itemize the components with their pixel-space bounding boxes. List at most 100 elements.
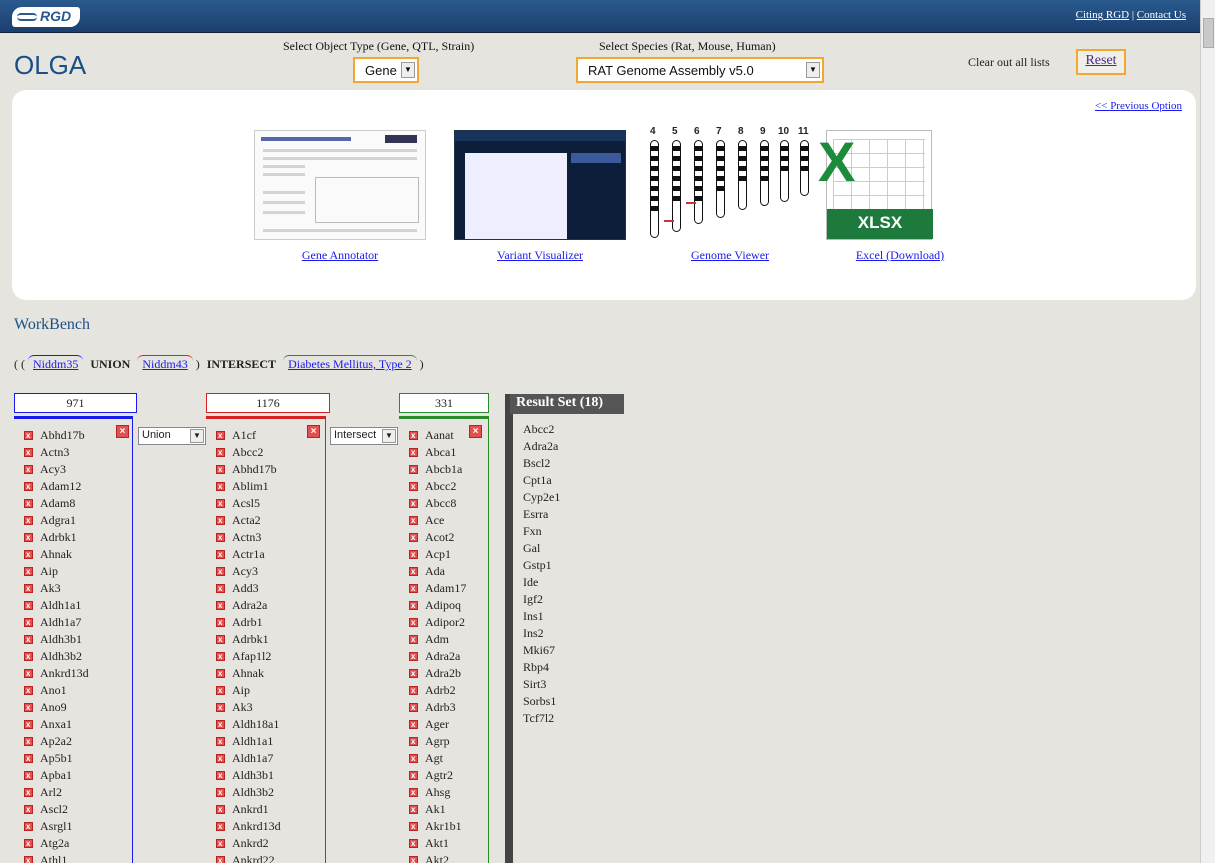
- remove-item-icon[interactable]: [24, 767, 33, 784]
- remove-item-icon[interactable]: [24, 699, 33, 716]
- remove-item-icon[interactable]: [216, 614, 225, 631]
- gene-annotator-tool[interactable]: Gene Annotator: [254, 130, 426, 263]
- intersect-operator-select[interactable]: Intersect ▼: [330, 427, 398, 445]
- variant-visualizer-link[interactable]: Variant Visualizer: [454, 248, 626, 263]
- remove-item-icon[interactable]: [216, 512, 225, 529]
- remove-item-icon[interactable]: [24, 835, 33, 852]
- remove-item-icon[interactable]: [216, 767, 225, 784]
- remove-item-icon[interactable]: [24, 563, 33, 580]
- remove-item-icon[interactable]: [24, 801, 33, 818]
- remove-item-icon[interactable]: [409, 648, 418, 665]
- remove-item-icon[interactable]: [24, 716, 33, 733]
- remove-item-icon[interactable]: [24, 614, 33, 631]
- remove-item-icon[interactable]: [409, 784, 418, 801]
- remove-item-icon[interactable]: [409, 580, 418, 597]
- remove-item-icon[interactable]: [216, 852, 225, 863]
- remove-item-icon[interactable]: [216, 597, 225, 614]
- remove-item-icon[interactable]: [216, 835, 225, 852]
- union-operator-select[interactable]: Union ▼: [138, 427, 206, 445]
- remove-item-icon[interactable]: [216, 665, 225, 682]
- expr-set-diabetes[interactable]: Diabetes Mellitus, Type 2: [283, 355, 417, 373]
- remove-item-icon[interactable]: [24, 444, 33, 461]
- remove-item-icon[interactable]: [24, 665, 33, 682]
- remove-item-icon[interactable]: [216, 716, 225, 733]
- variant-visualizer-tool[interactable]: Variant Visualizer: [454, 130, 626, 263]
- remove-item-icon[interactable]: [409, 835, 418, 852]
- remove-item-icon[interactable]: [24, 512, 33, 529]
- rgd-logo[interactable]: RGD: [12, 7, 80, 27]
- remove-item-icon[interactable]: [409, 631, 418, 648]
- remove-item-icon[interactable]: [24, 546, 33, 563]
- remove-item-icon[interactable]: [216, 495, 225, 512]
- page-scrollbar[interactable]: [1200, 0, 1215, 863]
- excel-download-tool[interactable]: XLSX X Excel (Download): [814, 130, 986, 263]
- remove-item-icon[interactable]: [216, 682, 225, 699]
- remove-item-icon[interactable]: [24, 852, 33, 863]
- remove-item-icon[interactable]: [409, 529, 418, 546]
- remove-item-icon[interactable]: [409, 427, 418, 444]
- remove-item-icon[interactable]: [216, 699, 225, 716]
- remove-item-icon[interactable]: [409, 478, 418, 495]
- remove-item-icon[interactable]: [24, 529, 33, 546]
- remove-item-icon[interactable]: [409, 852, 418, 863]
- species-select[interactable]: RAT Genome Assembly v5.0 ▼: [576, 57, 824, 83]
- excel-download-link[interactable]: Excel (Download): [814, 248, 986, 263]
- close-list-icon[interactable]: ×: [469, 425, 482, 438]
- remove-item-icon[interactable]: [24, 648, 33, 665]
- genome-viewer-tool[interactable]: 4 5 6 7 8 9 10 11 Genome Viewer: [644, 126, 816, 263]
- remove-item-icon[interactable]: [216, 563, 225, 580]
- remove-item-icon[interactable]: [24, 461, 33, 478]
- remove-item-icon[interactable]: [216, 546, 225, 563]
- remove-item-icon[interactable]: [409, 699, 418, 716]
- remove-item-icon[interactable]: [409, 546, 418, 563]
- remove-item-icon[interactable]: [409, 733, 418, 750]
- citing-rgd-link[interactable]: Citing RGD: [1076, 9, 1129, 21]
- remove-item-icon[interactable]: [409, 767, 418, 784]
- previous-option-link[interactable]: << Previous Option: [1095, 100, 1182, 112]
- remove-item-icon[interactable]: [24, 631, 33, 648]
- remove-item-icon[interactable]: [216, 818, 225, 835]
- close-list-icon[interactable]: ×: [116, 425, 129, 438]
- remove-item-icon[interactable]: [216, 784, 225, 801]
- close-list-icon[interactable]: ×: [307, 425, 320, 438]
- remove-item-icon[interactable]: [216, 478, 225, 495]
- remove-item-icon[interactable]: [24, 682, 33, 699]
- remove-item-icon[interactable]: [216, 801, 225, 818]
- remove-item-icon[interactable]: [409, 495, 418, 512]
- expr-set-niddm35[interactable]: Niddm35: [28, 355, 84, 373]
- remove-item-icon[interactable]: [409, 682, 418, 699]
- genome-viewer-link[interactable]: Genome Viewer: [644, 248, 816, 263]
- remove-item-icon[interactable]: [216, 750, 225, 767]
- remove-item-icon[interactable]: [216, 461, 225, 478]
- remove-item-icon[interactable]: [216, 631, 225, 648]
- remove-item-icon[interactable]: [24, 733, 33, 750]
- gene-annotator-thumbnail[interactable]: [254, 130, 426, 240]
- remove-item-icon[interactable]: [409, 563, 418, 580]
- remove-item-icon[interactable]: [409, 614, 418, 631]
- remove-item-icon[interactable]: [24, 478, 33, 495]
- remove-item-icon[interactable]: [216, 648, 225, 665]
- remove-item-icon[interactable]: [24, 580, 33, 597]
- remove-item-icon[interactable]: [24, 784, 33, 801]
- remove-item-icon[interactable]: [24, 597, 33, 614]
- scrollbar-thumb[interactable]: [1203, 18, 1214, 48]
- excel-download-thumbnail[interactable]: XLSX X: [814, 130, 986, 240]
- remove-item-icon[interactable]: [409, 750, 418, 767]
- contact-us-link[interactable]: Contact Us: [1137, 9, 1186, 21]
- remove-item-icon[interactable]: [216, 529, 225, 546]
- remove-item-icon[interactable]: [409, 444, 418, 461]
- variant-visualizer-thumbnail[interactable]: [454, 130, 626, 240]
- remove-item-icon[interactable]: [216, 733, 225, 750]
- remove-item-icon[interactable]: [216, 444, 225, 461]
- object-type-select[interactable]: Gene ▼: [353, 57, 419, 83]
- expr-set-niddm43[interactable]: Niddm43: [137, 355, 193, 373]
- remove-item-icon[interactable]: [216, 580, 225, 597]
- remove-item-icon[interactable]: [216, 427, 225, 444]
- remove-item-icon[interactable]: [24, 750, 33, 767]
- remove-item-icon[interactable]: [409, 801, 418, 818]
- remove-item-icon[interactable]: [24, 427, 33, 444]
- remove-item-icon[interactable]: [24, 818, 33, 835]
- remove-item-icon[interactable]: [409, 461, 418, 478]
- genome-viewer-thumbnail[interactable]: 4 5 6 7 8 9 10 11: [644, 126, 816, 240]
- remove-item-icon[interactable]: [409, 818, 418, 835]
